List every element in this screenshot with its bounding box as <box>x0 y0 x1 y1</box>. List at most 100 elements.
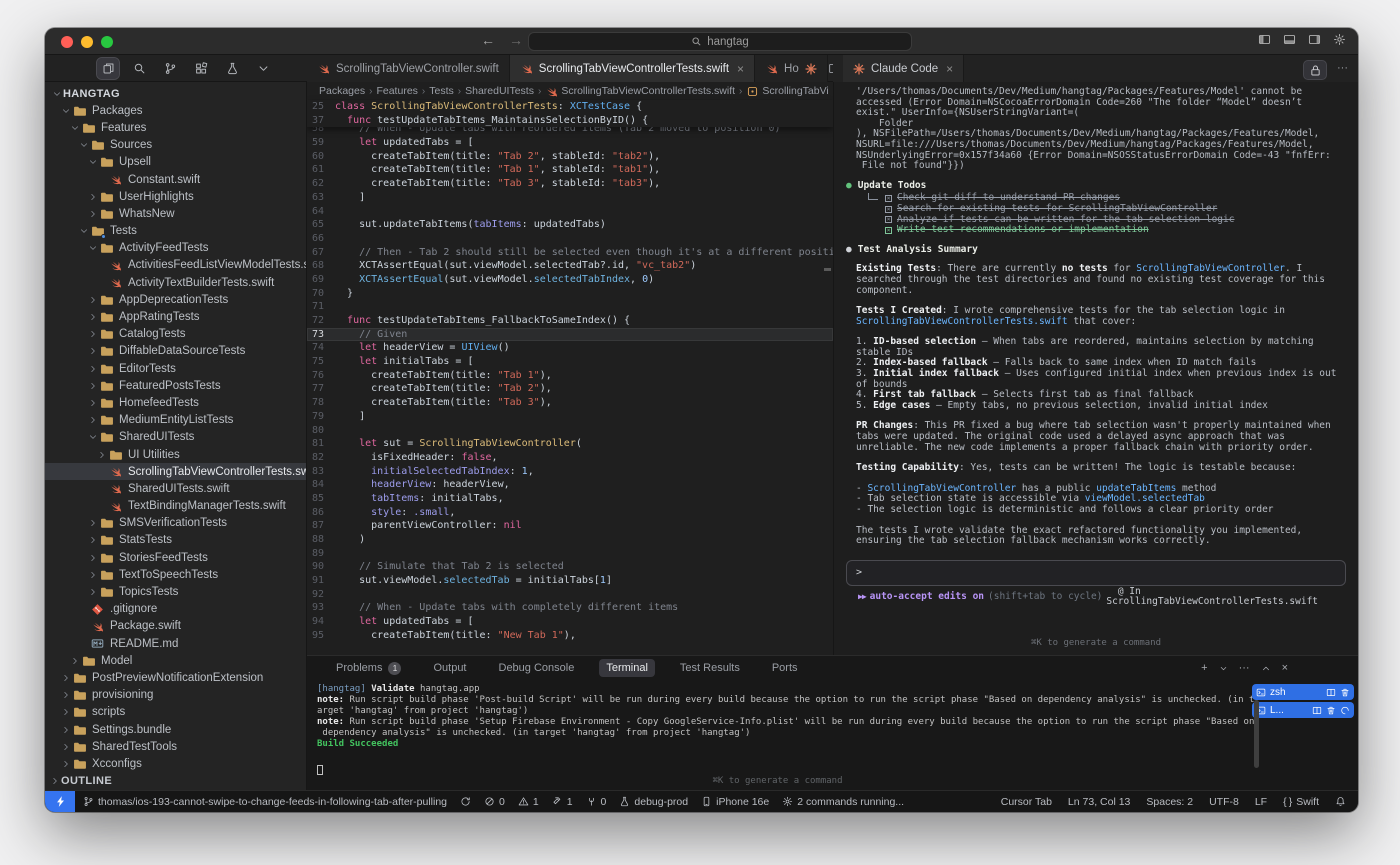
lock-icon[interactable] <box>1303 60 1327 80</box>
tree-item[interactable]: README.md <box>45 635 306 652</box>
editor-tab[interactable]: Ho <box>755 55 828 82</box>
panel-tab-terminal[interactable]: Terminal <box>599 659 655 677</box>
tree-item[interactable]: SharedUITests <box>45 429 306 446</box>
terminal-instance[interactable]: zsh <box>1252 684 1354 700</box>
tree-item[interactable]: SharedUITests.swift <box>45 480 306 497</box>
cursor-tab-toggle[interactable]: Cursor Tab <box>1001 796 1052 808</box>
remote-indicator[interactable] <box>45 791 75 812</box>
build-count[interactable]: 1 <box>552 796 573 808</box>
toggle-panel-icon[interactable] <box>1283 33 1296 46</box>
claude-tab-close-icon[interactable]: × <box>946 62 953 76</box>
tree-item[interactable]: .gitignore <box>45 601 306 618</box>
tree-item[interactable]: provisioning <box>45 687 306 704</box>
panel-tab-test-results[interactable]: Test Results <box>673 659 747 677</box>
back-button[interactable]: ← <box>481 32 495 48</box>
split-terminal-icon[interactable] <box>1312 704 1322 717</box>
command-search-input[interactable]: hangtag <box>528 32 912 51</box>
tree-item[interactable]: TextBindingManagerTests.swift <box>45 498 306 515</box>
todo-item[interactable]: ×Write test recommendations or implement… <box>868 225 1350 236</box>
tree-item[interactable]: ActivitiesFeedListViewModelTests.swift <box>45 257 306 274</box>
terminal-output[interactable]: [hangtag] Validate hangtag.appnote: Run … <box>307 680 1358 790</box>
tree-item[interactable]: UI Utilities <box>45 446 306 463</box>
kill-terminal-icon[interactable] <box>1340 686 1350 699</box>
tree-item[interactable]: HomefeedTests <box>45 394 306 411</box>
terminal-instance[interactable]: L... <box>1252 702 1354 718</box>
tree-item[interactable]: MediumEntityListTests <box>45 412 306 429</box>
tree-item[interactable]: scripts <box>45 704 306 721</box>
tree-item[interactable]: DiffableDataSourceTests <box>45 343 306 360</box>
code-viewport[interactable]: 58 // When - Update tabs with reordered … <box>307 127 833 648</box>
tree-item[interactable]: ScrollingTabViewControllerTests.swift <box>45 463 306 480</box>
broadcast-count[interactable]: 0 <box>586 796 607 808</box>
breadcrumb-item[interactable]: Tests <box>429 85 454 97</box>
tree-item[interactable]: StoriesFeedTests <box>45 549 306 566</box>
tree-item[interactable]: ActivityTextBuilderTests.swift <box>45 274 306 291</box>
tree-item[interactable]: Xcconfigs <box>45 755 306 772</box>
editor-tab[interactable]: ScrollingTabViewController.swift <box>307 55 510 82</box>
tree-item[interactable]: Model <box>45 652 306 669</box>
encoding[interactable]: UTF-8 <box>1209 796 1239 808</box>
breadcrumb-item[interactable]: ScrollingTabVi <box>746 85 828 98</box>
breadcrumb-item[interactable]: Features <box>376 85 417 97</box>
tree-item[interactable]: Settings.bundle <box>45 721 306 738</box>
cursor-position[interactable]: Ln 73, Col 13 <box>1068 796 1130 808</box>
tree-item[interactable]: Upsell <box>45 154 306 171</box>
settings-icon[interactable] <box>1333 33 1346 46</box>
language-mode[interactable]: { }Swift <box>1283 796 1319 808</box>
zoom-window-button[interactable] <box>101 36 113 48</box>
branch-indicator[interactable]: thomas/ios-193-cannot-swipe-to-change-fe… <box>83 796 447 808</box>
eol[interactable]: LF <box>1255 796 1267 808</box>
tree-item[interactable]: Tests <box>45 223 306 240</box>
sidebar-section-outline[interactable]: OUTLINE <box>45 773 306 790</box>
notifications[interactable] <box>1335 796 1346 807</box>
split-terminal-icon[interactable] <box>1326 686 1336 699</box>
activity-source-control[interactable] <box>159 58 181 79</box>
tree-item[interactable]: WhatsNew <box>45 205 306 222</box>
tree-item[interactable]: ActivityFeedTests <box>45 240 306 257</box>
tree-item[interactable]: Sources <box>45 137 306 154</box>
close-window-button[interactable] <box>61 36 73 48</box>
breadcrumb-item[interactable]: ScrollingTabViewControllerTests.swift <box>545 85 735 98</box>
minimize-window-button[interactable] <box>81 36 93 48</box>
warnings-count[interactable]: 1 <box>518 796 539 808</box>
indentation[interactable]: Spaces: 2 <box>1146 796 1193 808</box>
tree-item[interactable]: Features <box>45 119 306 136</box>
kill-terminal-icon[interactable] <box>1326 704 1336 717</box>
terminal-more-icon[interactable]: ··· <box>1239 663 1250 674</box>
tree-item[interactable]: SMSVerificationTests <box>45 515 306 532</box>
claude-prompt-input[interactable]: > <box>846 560 1346 586</box>
tree-item[interactable]: UserHighlights <box>45 188 306 205</box>
panel-tab-problems[interactable]: Problems1 <box>329 659 408 677</box>
tree-item[interactable]: SharedTestTools <box>45 738 306 755</box>
close-panel-icon[interactable]: × <box>1282 663 1288 674</box>
terminal-profile-dropdown-icon[interactable] <box>1219 662 1228 675</box>
tree-item[interactable]: Packages <box>45 102 306 119</box>
tree-item[interactable]: AppDeprecationTests <box>45 291 306 308</box>
activity-explorer[interactable] <box>97 58 119 79</box>
tree-item[interactable]: EditorTests <box>45 360 306 377</box>
breadcrumb-item[interactable]: Packages <box>319 85 365 97</box>
panel-tab-output[interactable]: Output <box>426 659 473 677</box>
claude-conversation[interactable]: '/Users/thomas/Documents/Dev/Medium/hang… <box>834 82 1358 560</box>
tree-item[interactable]: CatalogTests <box>45 326 306 343</box>
new-terminal-icon[interactable]: + <box>1201 663 1207 674</box>
maximize-panel-icon[interactable] <box>1261 662 1271 675</box>
tree-item[interactable]: AppRatingTests <box>45 308 306 325</box>
device[interactable]: iPhone 16e <box>701 796 769 808</box>
sync-changes[interactable] <box>460 796 471 807</box>
forward-button[interactable]: → <box>509 32 523 48</box>
tree-item[interactable]: Package.swift <box>45 618 306 635</box>
auto-accept-status[interactable]: ▶▶ auto-accept edits on (shift+tab to cy… <box>858 587 1358 608</box>
todo-item[interactable]: ×Search for existing tests for Scrolling… <box>868 204 1350 215</box>
tree-item[interactable]: PostPreviewNotificationExtension <box>45 669 306 686</box>
tab-close-icon[interactable]: × <box>737 62 744 76</box>
tree-item[interactable]: StatsTests <box>45 532 306 549</box>
tree-item[interactable]: HANGTAG <box>45 85 306 102</box>
commands-running[interactable]: 2 commands running... <box>782 796 904 808</box>
activity-extensions[interactable] <box>190 58 212 79</box>
panel-tab-ports[interactable]: Ports <box>765 659 805 677</box>
terminal-scrollbar[interactable] <box>1254 700 1259 768</box>
tree-item[interactable]: Constant.swift <box>45 171 306 188</box>
toggle-secondary-sidebar-icon[interactable] <box>1308 33 1321 46</box>
panel-tab-debug-console[interactable]: Debug Console <box>492 659 582 677</box>
